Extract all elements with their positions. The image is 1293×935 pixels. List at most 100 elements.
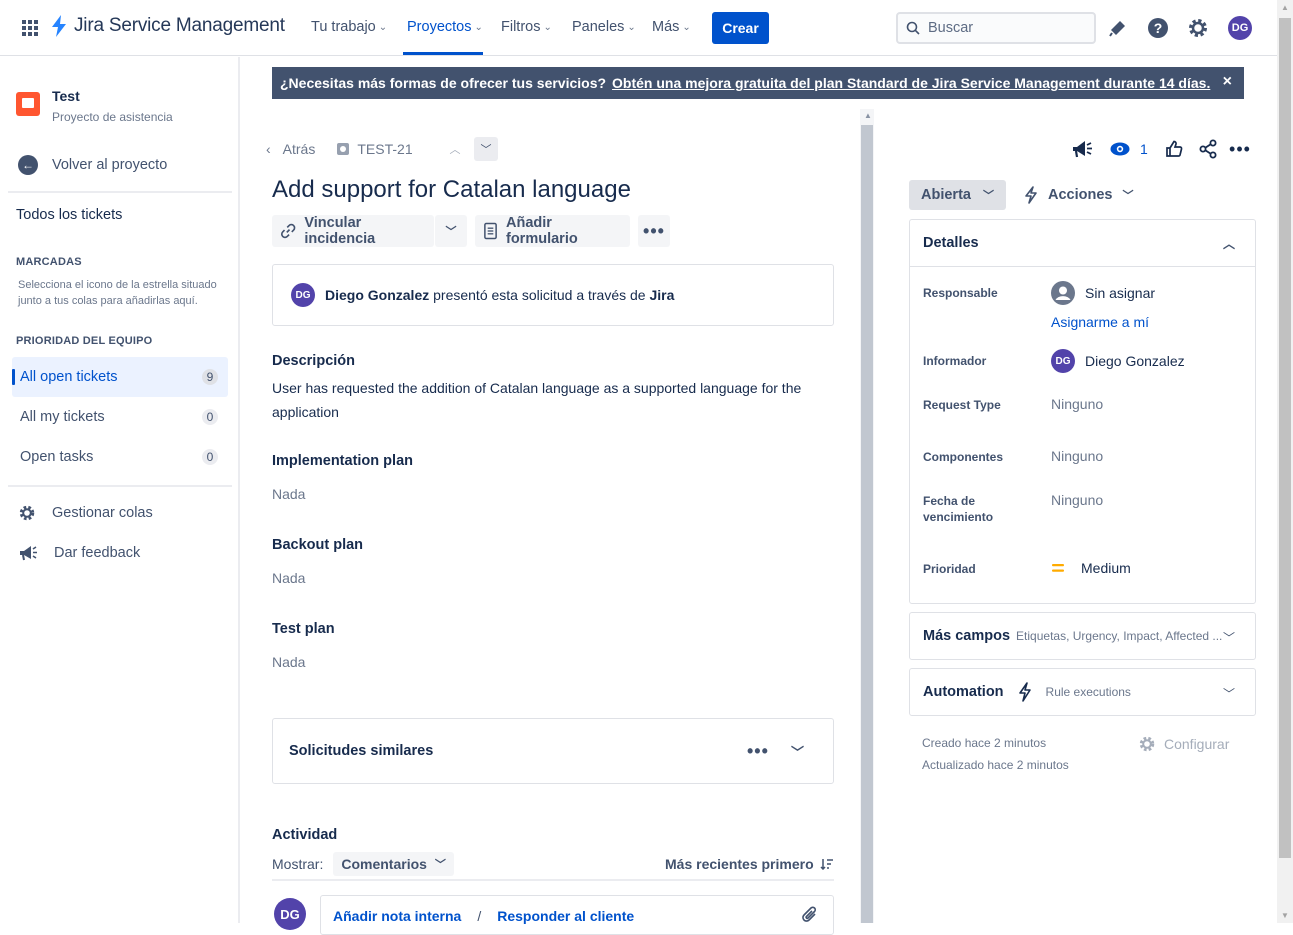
more-fields-section[interactable]: Más campos Etiquetas, Urgency, Impact, A…	[909, 612, 1256, 660]
link-issue-button[interactable]: Vincular incidencia	[272, 215, 434, 247]
implementation-plan-value[interactable]: Nada	[272, 486, 305, 502]
scrollbar-thumb[interactable]	[861, 125, 873, 923]
description-value[interactable]: User has requested the addition of Catal…	[272, 376, 812, 424]
attachment-icon[interactable]	[801, 906, 819, 927]
more-actions-button[interactable]: •••	[638, 215, 670, 247]
assignee-field[interactable]: Sin asignar	[1051, 281, 1155, 305]
components-value[interactable]: Ninguno	[1051, 448, 1103, 464]
scroll-down-icon[interactable]: ▼	[1281, 911, 1289, 920]
chevron-down-icon: ﹀	[982, 190, 994, 202]
scroll-up-icon[interactable]: ▲	[864, 111, 872, 120]
feedback-link[interactable]: Dar feedback	[18, 544, 140, 562]
project-header[interactable]: Test Proyecto de asistencia	[16, 88, 173, 124]
create-button[interactable]: Crear	[712, 12, 769, 44]
watchers-button[interactable]: 1	[1110, 138, 1148, 160]
sort-toggle[interactable]: Más recientes primero	[665, 856, 834, 872]
comment-composer[interactable]: Añadir nota interna / Responder al clien…	[320, 895, 834, 935]
test-plan-value[interactable]: Nada	[272, 654, 305, 670]
feedback-label: Dar feedback	[54, 545, 141, 561]
product-logo[interactable]: Jira Service Management	[50, 15, 285, 37]
backout-plan-value[interactable]: Nada	[272, 570, 305, 586]
configure-button[interactable]: Configurar	[1138, 735, 1229, 753]
page-scrollbar[interactable]: ▲ ▼	[1277, 0, 1293, 923]
divider	[272, 879, 834, 881]
notifications-icon[interactable]	[1106, 16, 1130, 40]
assign-to-me-link[interactable]: Asignarme a mí	[1051, 314, 1149, 330]
back-to-project-link[interactable]: ← Volver al proyecto	[18, 155, 167, 175]
search-box[interactable]	[896, 12, 1096, 44]
actions-dropdown[interactable]: Acciones ﹀	[1024, 186, 1133, 204]
search-input[interactable]	[928, 20, 1078, 36]
more-icon[interactable]: •••	[747, 741, 769, 762]
automation-section[interactable]: Automation Rule executions ﹀	[909, 668, 1256, 716]
reporter-field[interactable]: DG Diego Gonzalez	[1051, 349, 1185, 373]
chevron-up-icon: ︿	[1222, 237, 1235, 251]
next-issue-button[interactable]: ﹀	[474, 137, 498, 161]
queue-count: 0	[202, 449, 218, 465]
help-icon[interactable]: ?	[1146, 16, 1170, 40]
implementation-plan-label: Implementation plan	[272, 453, 413, 469]
upgrade-banner: ¿Necesitas más formas de ofrecer tus ser…	[272, 67, 1244, 99]
issue-type-icon	[337, 143, 350, 155]
reporter-label: Informador	[923, 354, 987, 368]
show-label: Mostrar:	[272, 856, 324, 872]
close-icon[interactable]: ×	[1223, 73, 1232, 91]
chevron-down-icon: ⌄	[378, 21, 388, 33]
activity-filter: Mostrar: Comentarios ﹀	[272, 852, 454, 876]
queue-label: Open tasks	[20, 449, 94, 465]
more-icon: •••	[643, 220, 665, 241]
more-icon[interactable]: •••	[1229, 138, 1251, 160]
nav-paneles[interactable]: Paneles ⌄	[572, 19, 636, 35]
similar-requests-panel[interactable]: Solicitudes similares ••• ﹀	[272, 718, 834, 784]
status-dropdown[interactable]: Abierta ﹀	[909, 180, 1006, 210]
manage-queues-link[interactable]: Gestionar colas	[18, 504, 153, 522]
banner-upgrade-link[interactable]: Obtén una mejora gratuita del plan Stand…	[612, 75, 1210, 91]
queue-all-my-tickets[interactable]: All my tickets 0	[12, 397, 228, 437]
activity-type-select[interactable]: Comentarios ﹀	[333, 852, 454, 876]
queue-open-tasks[interactable]: Open tasks 0	[12, 437, 228, 477]
chevron-down-icon: ⌄	[627, 21, 636, 33]
settings-gear-icon[interactable]	[1186, 16, 1210, 40]
scrollbar-thumb[interactable]	[1279, 18, 1291, 858]
issue-title[interactable]: Add support for Catalan language	[272, 176, 631, 204]
request-channel: Jira	[649, 287, 675, 303]
created-via-text: presentó esta solicitud a través de	[433, 287, 646, 303]
updated-timestamp: Actualizado hace 2 minutos	[922, 758, 1069, 772]
priority-field[interactable]: Medium	[1051, 560, 1131, 576]
user-avatar[interactable]: DG	[1228, 16, 1252, 40]
thumbs-up-icon[interactable]	[1164, 138, 1184, 160]
nav-mas[interactable]: Más ⌄	[652, 19, 691, 35]
svg-text:?: ?	[1154, 20, 1163, 36]
due-date-value[interactable]: Ninguno	[1051, 492, 1103, 508]
chevron-down-icon: ﹀	[480, 144, 492, 156]
add-form-button[interactable]: Añadir formulario	[475, 215, 630, 247]
back-link[interactable]: ‹ Atrás	[266, 141, 315, 157]
queue-all-open-tickets[interactable]: All open tickets 9	[12, 357, 228, 397]
nav-tu-trabajo[interactable]: Tu trabajo ⌄	[311, 19, 387, 35]
active-nav-indicator	[403, 52, 483, 55]
rule-executions-label: Rule executions	[1045, 685, 1131, 699]
product-name: Jira Service Management	[74, 15, 285, 36]
all-tickets-link[interactable]: Todos los tickets	[16, 207, 122, 223]
link-issue-label: Vincular incidencia	[304, 215, 376, 247]
add-internal-note-link[interactable]: Añadir nota interna	[333, 908, 461, 924]
app-switcher-icon[interactable]	[22, 20, 38, 36]
share-icon[interactable]	[1198, 138, 1218, 160]
request-type-value[interactable]: Ninguno	[1051, 396, 1103, 412]
content-scrollbar[interactable]: ▲	[860, 109, 874, 923]
issue-key-link[interactable]: TEST-21	[337, 141, 413, 157]
scroll-up-icon[interactable]: ▲	[1281, 3, 1289, 12]
link-issue-dropdown[interactable]: ﹀	[435, 215, 467, 247]
starred-heading: MARCADAS	[16, 256, 82, 268]
reply-to-customer-link[interactable]: Responder al cliente	[497, 908, 634, 924]
megaphone-icon[interactable]	[1071, 138, 1093, 160]
lightning-icon	[1018, 682, 1031, 702]
previous-issue-button[interactable]: ︿	[443, 137, 467, 161]
details-header[interactable]: Detalles ︿	[910, 220, 1255, 267]
megaphone-icon	[20, 546, 37, 561]
chevron-down-icon[interactable]: ﹀	[791, 742, 804, 761]
nav-proyectos[interactable]: Proyectos ⌄	[407, 19, 483, 35]
nav-filtros[interactable]: Filtros ⌄	[501, 19, 552, 35]
queue-label: All my tickets	[20, 409, 105, 425]
chevron-down-icon: ﹀	[1222, 631, 1235, 645]
